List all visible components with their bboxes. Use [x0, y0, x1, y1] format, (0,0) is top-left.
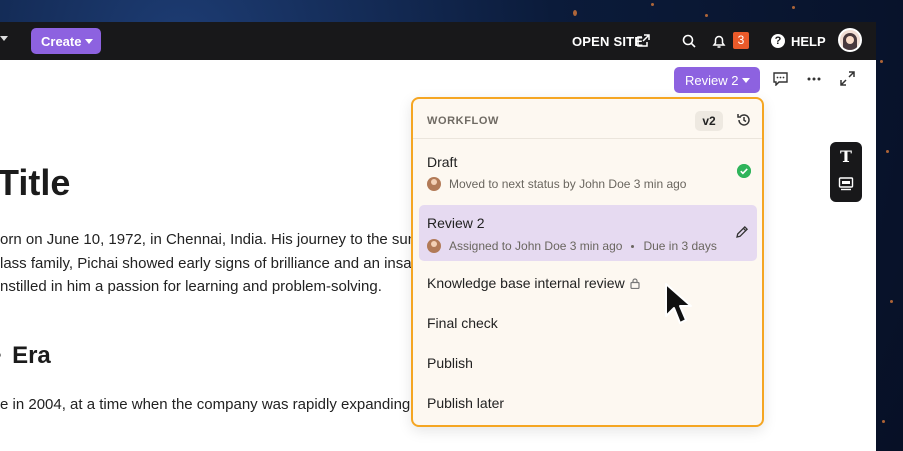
chevron-down-icon: [742, 78, 750, 83]
workflow-item-label: Publish: [427, 355, 473, 371]
embed-tool-icon[interactable]: [838, 176, 854, 192]
create-button[interactable]: Create: [31, 28, 101, 54]
workflow-item-due: Due in 3 days: [643, 239, 717, 253]
workflow-item-meta: Moved to next status by John Doe 3 min a…: [427, 177, 686, 191]
workflow-header-label: WORKFLOW: [427, 115, 500, 127]
check-icon: [737, 164, 751, 178]
expand-icon[interactable]: [840, 71, 855, 86]
section-heading[interactable]: • Era: [0, 342, 51, 370]
workflow-item-publish[interactable]: Publish: [419, 345, 757, 379]
paragraph-line[interactable]: e in 2004, at a time when the company wa…: [0, 396, 422, 413]
editor-tool-palette: T: [830, 142, 862, 202]
chevron-down-icon[interactable]: [0, 36, 8, 41]
avatar[interactable]: [838, 28, 862, 52]
workflow-header: WORKFLOW v2: [413, 99, 762, 139]
workflow-item-draft[interactable]: Draft Moved to next status by John Doe 3…: [419, 147, 757, 199]
separator-dot: [631, 244, 635, 248]
workflow-item-meta: Assigned to John Doe 3 min ago Due in 3 …: [427, 239, 717, 253]
comment-icon[interactable]: [773, 72, 788, 86]
workflow-item-publish-later[interactable]: Publish later: [419, 385, 757, 419]
workflow-item-meta-text: Assigned to John Doe 3 min ago: [449, 239, 623, 253]
workflow-item-label: Review 2: [427, 215, 485, 231]
open-site-link[interactable]: OPEN SITE: [572, 34, 643, 49]
workflow-item-label: Knowledge base internal review: [427, 275, 625, 291]
workflow-item-label: Publish later: [427, 395, 505, 411]
external-link-icon[interactable]: [637, 34, 650, 47]
app-window: Create OPEN SITE 3 ? HELP Review 2 T Tit…: [0, 22, 876, 451]
pencil-icon[interactable]: [735, 225, 749, 239]
workflow-item-knowledge-base-review[interactable]: Knowledge base internal review: [419, 265, 757, 299]
workflow-item-label: Final check: [427, 315, 498, 331]
workflow-item-label: Draft: [427, 154, 458, 170]
status-dropdown-button[interactable]: Review 2: [674, 67, 760, 93]
paragraph-line[interactable]: nstilled in him a passion for learning a…: [0, 278, 382, 295]
workflow-item-meta-text: Moved to next status by John Doe 3 min a…: [449, 177, 687, 191]
avatar: [427, 239, 441, 253]
workflow-item-final-check[interactable]: Final check: [419, 305, 757, 339]
workflow-popover: WORKFLOW v2 Draft Moved to next status b…: [411, 97, 764, 427]
more-icon[interactable]: [806, 72, 822, 86]
workflow-item-review-2[interactable]: Review 2 Assigned to John Doe 3 min ago …: [419, 205, 757, 261]
document-title[interactable]: Title: [0, 162, 70, 204]
cursor-icon: [665, 283, 692, 324]
notification-count-badge[interactable]: 3: [733, 32, 749, 49]
version-badge[interactable]: v2: [695, 111, 723, 131]
paragraph-line[interactable]: lass family, Pichai showed early signs o…: [0, 255, 412, 272]
help-link[interactable]: HELP: [791, 34, 826, 49]
paragraph-line[interactable]: orn on June 10, 1972, in Chennai, India.…: [0, 231, 420, 248]
status-button-label: Review 2: [685, 72, 739, 88]
create-button-label: Create: [41, 33, 82, 49]
search-icon[interactable]: [682, 34, 696, 48]
heading-prefix: •: [0, 342, 1, 369]
lock-icon: [630, 278, 640, 289]
avatar: [427, 177, 441, 191]
help-icon[interactable]: ?: [771, 34, 785, 48]
chevron-down-icon: [85, 39, 93, 44]
bell-icon[interactable]: [712, 34, 726, 49]
top-navigation-bar: Create OPEN SITE 3 ? HELP: [0, 22, 876, 60]
heading-text: Era: [12, 342, 51, 369]
text-tool-icon[interactable]: T: [838, 147, 854, 166]
history-icon[interactable]: [736, 112, 752, 128]
